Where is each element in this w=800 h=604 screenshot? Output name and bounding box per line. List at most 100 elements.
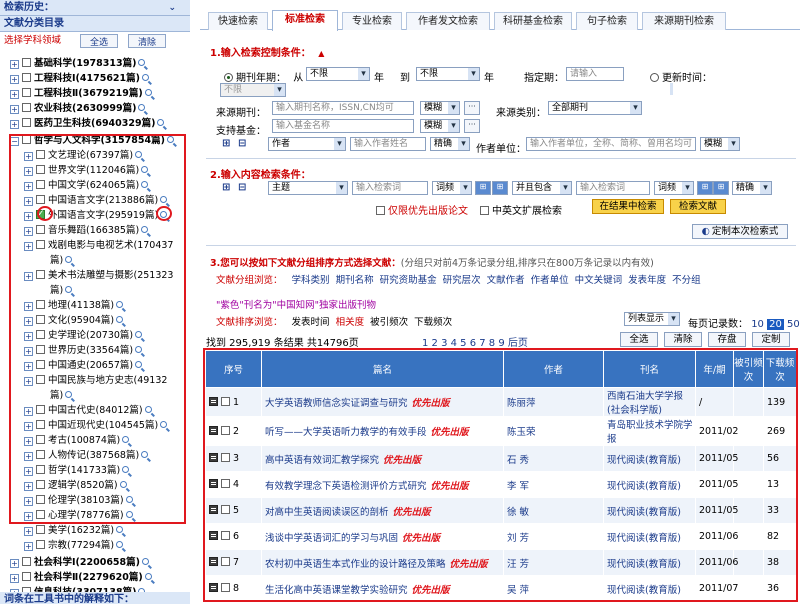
add-content-row-icon[interactable]: ⊞ — [222, 182, 230, 193]
clear-button[interactable]: 清除 — [128, 34, 166, 48]
tab-quick-search[interactable]: 快速检索 — [208, 12, 268, 30]
search-icon[interactable] — [116, 541, 124, 548]
content-field-select[interactable]: 主题 — [268, 181, 348, 195]
update-select[interactable] — [670, 83, 673, 97]
word-freq-select-2[interactable]: 词频 — [654, 181, 694, 195]
category-item[interactable]: + 农业科技(2630999篇) — [10, 101, 146, 116]
expand-icon[interactable]: + — [10, 120, 19, 129]
year-to-select[interactable]: 不限 — [416, 67, 480, 81]
group-link[interactable]: 发表年度 — [628, 275, 666, 286]
period-radio[interactable] — [224, 73, 233, 82]
period-sub-select[interactable]: 不限 — [220, 83, 286, 97]
author-exact-select[interactable]: 精确 — [430, 137, 470, 151]
fund-input[interactable]: 输入基金名称 — [272, 119, 414, 133]
category-item[interactable]: + 美学(16232篇) — [24, 523, 124, 538]
category-label[interactable]: 宗教(77294篇) — [48, 540, 114, 551]
search-in-result-button[interactable]: 在结果中检索 — [592, 199, 664, 214]
category-label[interactable]: 社会科学Ⅰ(2200658篇) — [34, 557, 140, 568]
expand-icon-1[interactable]: ⊞ — [475, 181, 491, 195]
search-icon[interactable] — [142, 558, 149, 565]
remove-content-row-icon[interactable]: ⊟ — [238, 182, 246, 193]
source-fuzzy-select[interactable]: 模糊 — [420, 101, 460, 115]
group-link[interactable]: 中文关键词 — [575, 275, 623, 286]
add-row-icon[interactable]: ⊞ — [222, 138, 230, 149]
expand-icon-4[interactable]: ⊞ — [713, 181, 729, 195]
group-link[interactable]: 不分组 — [672, 275, 701, 286]
collapse-icon[interactable]: ▲ — [318, 49, 324, 58]
group-link[interactable]: 文献作者 — [487, 275, 525, 286]
search-docs-button[interactable]: 检索文献 — [670, 199, 726, 214]
source-more-button[interactable]: ··· — [464, 101, 480, 115]
fund-fuzzy-select[interactable]: 模糊 — [420, 119, 460, 133]
category-item[interactable]: + 医药卫生科技(6940329篇) — [10, 116, 165, 131]
sort-link[interactable]: 被引频次 — [370, 317, 408, 328]
tab-standard-search[interactable]: 标准检索 — [272, 10, 338, 31]
category-item[interactable]: + 工程科技Ⅱ(3679219篇) — [10, 86, 152, 101]
search-icon[interactable] — [144, 573, 152, 580]
search-icon[interactable] — [138, 104, 146, 111]
per-page-50[interactable]: 50 — [787, 319, 800, 330]
remove-row-icon[interactable]: ⊟ — [238, 138, 246, 149]
category-checkbox[interactable] — [22, 73, 31, 82]
category-item[interactable]: + 基础科学(1978313篇) — [10, 56, 146, 71]
source-category-select[interactable]: 全部期刊 — [548, 101, 642, 115]
category-checkbox[interactable] — [22, 103, 31, 112]
sort-link[interactable]: 下载频次 — [414, 317, 452, 328]
unit-fuzzy-select[interactable]: 模糊 — [700, 137, 740, 151]
source-journal-input[interactable]: 输入期刊名称，ISSN,CN均可 — [272, 101, 414, 115]
category-item[interactable]: + 工程科技Ⅰ(4175621篇) — [10, 71, 149, 86]
keyword-input-1[interactable]: 输入检索词 — [352, 181, 428, 195]
category-label[interactable]: 工程科技Ⅱ(3679219篇) — [34, 88, 143, 99]
cn-expand-checkbox[interactable] — [480, 206, 489, 215]
group-link[interactable]: 作者单位 — [531, 275, 569, 286]
category-item[interactable]: + 宗教(77294篇) — [24, 538, 124, 553]
clear-results-button[interactable]: 清除 — [664, 332, 702, 347]
cn-expand-option[interactable]: 中英文扩展检索 — [480, 202, 562, 217]
tab-source-journal-search[interactable]: 来源期刊检索 — [642, 12, 726, 30]
category-checkbox[interactable] — [22, 88, 31, 97]
category-label[interactable]: 医药卫生科技(6940329篇) — [34, 118, 155, 129]
only-first-checkbox[interactable] — [376, 206, 385, 215]
specified-input[interactable]: 请输入 — [566, 67, 624, 81]
category-label[interactable]: 社会科学Ⅱ(2279620篇) — [34, 572, 143, 583]
expand-icon[interactable]: + — [10, 559, 19, 568]
search-icon[interactable] — [116, 526, 124, 533]
category-checkbox[interactable] — [22, 118, 31, 127]
category-checkbox[interactable] — [22, 572, 31, 581]
group-link[interactable]: 学科类别 — [292, 275, 330, 286]
exact-select[interactable]: 精确 — [732, 181, 772, 195]
update-radio[interactable] — [650, 73, 659, 82]
expand-icon[interactable]: + — [10, 60, 19, 69]
expand-icon[interactable]: + — [10, 574, 19, 583]
per-page-20[interactable]: 20 — [767, 319, 784, 330]
search-icon[interactable] — [157, 119, 165, 126]
tab-author-search[interactable]: 作者发文检索 — [406, 12, 490, 30]
save-results-button[interactable]: 存盘 — [708, 332, 746, 347]
expand-icon-2[interactable]: ⊞ — [492, 181, 508, 195]
category-label[interactable]: 农业科技(2630999篇) — [34, 103, 136, 114]
author-field-select[interactable]: 作者 — [268, 137, 346, 151]
and-contains-select[interactable]: 并且包含 — [512, 181, 572, 195]
select-all-button[interactable]: 全选 — [80, 34, 118, 48]
group-link[interactable]: 研究层次 — [443, 275, 481, 286]
search-icon[interactable] — [142, 74, 149, 81]
author-input[interactable]: 输入作者姓名 — [350, 137, 426, 151]
year-from-select[interactable]: 不限 — [306, 67, 370, 81]
display-mode-select[interactable]: 列表显示 — [624, 312, 680, 326]
search-icon[interactable] — [144, 89, 152, 96]
select-all-results-button[interactable]: 全选 — [620, 332, 658, 347]
category-label[interactable]: 基础科学(1978313篇) — [34, 58, 136, 69]
pagination[interactable]: 1 2 3 4 5 6 7 8 9 后页 — [422, 334, 528, 349]
category-label[interactable]: 工程科技Ⅰ(4175621篇) — [34, 73, 140, 84]
word-freq-select-1[interactable]: 词频 — [432, 181, 472, 195]
expand-icon[interactable]: + — [10, 90, 19, 99]
expand-icon[interactable]: + — [10, 75, 19, 84]
category-item[interactable]: + 社会科学Ⅰ(2200658篇) — [10, 555, 149, 570]
category-checkbox[interactable] — [22, 58, 31, 67]
fund-more-button[interactable]: ··· — [464, 119, 480, 133]
expand-icon[interactable]: + — [24, 542, 33, 551]
sort-link[interactable]: 相关度 — [336, 317, 365, 328]
expand-icon-3[interactable]: ⊞ — [697, 181, 713, 195]
search-history-header[interactable]: 检索历史： ⌄ — [0, 0, 190, 16]
chevron-down-icon[interactable]: ⌄ — [168, 0, 176, 16]
